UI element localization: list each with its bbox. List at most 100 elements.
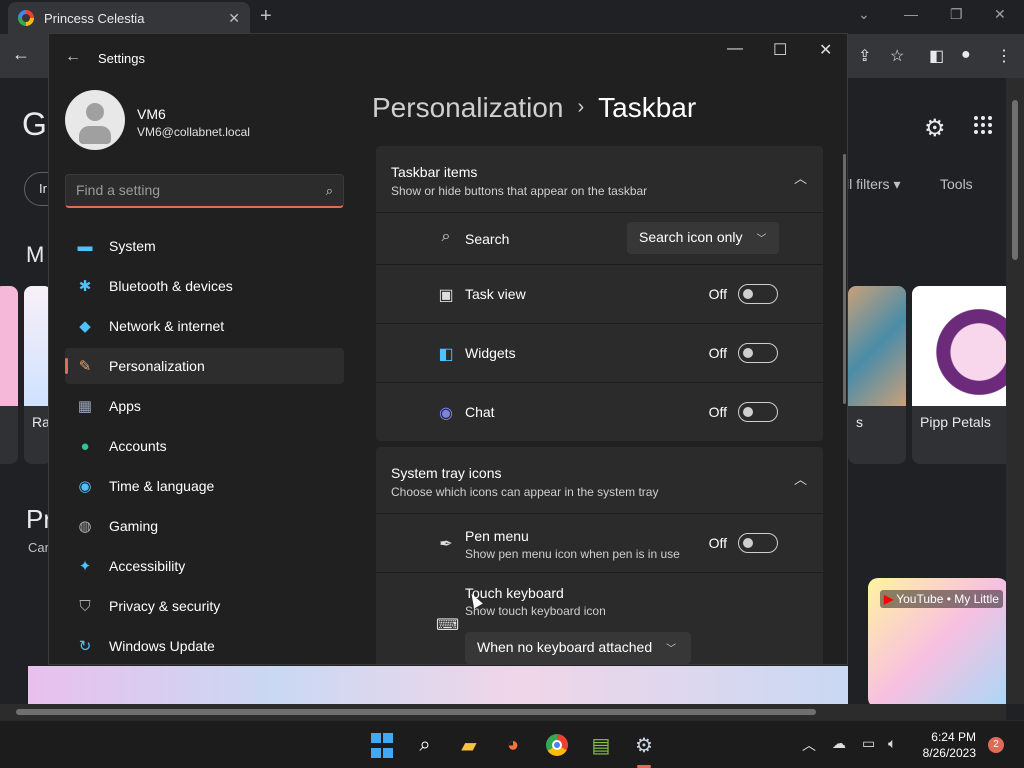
close-icon[interactable]: ✕ <box>994 6 1006 23</box>
image-card[interactable] <box>0 286 18 464</box>
time: 6:24 PM <box>931 730 976 744</box>
file-explorer-icon[interactable]: ▰ <box>455 731 483 759</box>
group-title: System tray icons <box>391 465 502 481</box>
nav-item-accounts[interactable]: ● Accounts <box>65 428 344 464</box>
task-view-row: ▣ Task view Off <box>376 264 823 323</box>
nav-item-system[interactable]: ▬ System <box>65 228 344 264</box>
nav-item-privacy-security[interactable]: ⛉ Privacy & security <box>65 588 344 624</box>
bookmark-star-icon[interactable]: ☆ <box>890 46 904 66</box>
user-email: VM6@collabnet.local <box>137 125 250 139</box>
close-icon[interactable]: ✕ <box>819 40 832 60</box>
google-logo[interactable]: G <box>22 106 47 143</box>
tools-button[interactable]: Tools <box>940 176 973 192</box>
row-label: Pen menu <box>465 528 529 544</box>
search-icon[interactable]: ⌕ <box>411 731 439 759</box>
image-card[interactable]: s <box>848 286 906 464</box>
maximize-icon[interactable]: ☐ <box>773 40 787 60</box>
toggle-state: Off <box>708 404 727 420</box>
back-arrow-icon[interactable]: ← <box>12 44 30 65</box>
chevron-up-icon[interactable]: ︿ <box>794 469 807 488</box>
chevron-up-icon[interactable]: ︿ <box>802 735 816 755</box>
globe-clock-icon: ◉ <box>78 478 92 495</box>
gear-icon[interactable]: ⚙ <box>924 114 946 143</box>
shield-icon: ⛉ <box>79 597 91 615</box>
notepad-icon[interactable]: ▤ <box>587 731 615 759</box>
nav-label: Privacy & security <box>109 598 221 614</box>
restore-icon[interactable]: ❐ <box>950 6 963 23</box>
search-icon[interactable]: ⌕ <box>326 183 333 199</box>
nav-item-accessibility[interactable]: ✦ Accessibility <box>65 548 344 584</box>
group-subtitle: Choose which icons can appear in the sys… <box>391 485 659 499</box>
task-view-toggle[interactable] <box>738 284 778 304</box>
video-source-label: ▶ YouTube • My Little <box>880 590 1003 608</box>
minimize-icon[interactable]: — <box>904 6 918 22</box>
system-icon: ▬ <box>77 237 93 255</box>
nav-item-apps[interactable]: ▦ Apps <box>65 388 344 424</box>
pen-menu-toggle[interactable] <box>738 533 778 553</box>
toggle-state: Off <box>708 345 727 361</box>
nav-label: Bluetooth & devices <box>109 278 233 294</box>
network-icon[interactable]: ▭ <box>862 735 875 752</box>
taskbar-items-header[interactable]: Taskbar items Show or hide buttons that … <box>376 146 823 212</box>
nav-item-windows-update[interactable]: ↻ Windows Update <box>65 628 344 664</box>
nav-item-personalization[interactable]: ✎ Personalization <box>65 348 344 384</box>
row-label: Search <box>465 231 510 247</box>
search-input[interactable] <box>76 182 306 198</box>
side-panel-icon[interactable]: ◧ <box>929 46 944 66</box>
section-subheading: Car <box>28 540 49 555</box>
row-sublabel: Show touch keyboard icon <box>465 604 606 618</box>
more-menu-icon[interactable]: ⋮ <box>996 46 1012 66</box>
touch-keyboard-row: ⌨ Touch keyboard Show touch keyboard ico… <box>376 572 823 664</box>
chat-toggle[interactable] <box>738 402 778 422</box>
clock[interactable]: 6:24 PM 8/26/2023 <box>920 729 976 761</box>
video-thumbnail[interactable]: ▶ YouTube • My Little <box>868 578 1008 704</box>
nav-label: Network & internet <box>109 318 225 334</box>
search-mode-dropdown[interactable]: Search icon only ﹀ <box>627 222 779 254</box>
chrome-icon[interactable] <box>543 731 571 759</box>
group-title: Taskbar items <box>391 164 478 180</box>
horizontal-scrollbar[interactable] <box>0 704 1006 720</box>
nav-item-network[interactable]: ◆ Network & internet <box>65 308 344 344</box>
nav-label: Windows Update <box>109 638 215 654</box>
settings-nav: ▬ System ✱ Bluetooth & devices ◆ Network… <box>65 228 344 664</box>
nav-label: Apps <box>109 398 141 414</box>
new-tab-button[interactable]: + <box>260 5 272 28</box>
system-tray-header[interactable]: System tray icons Choose which icons can… <box>376 447 823 513</box>
brush-icon: ✎ <box>78 358 92 375</box>
back-arrow-icon[interactable]: ← <box>65 48 81 66</box>
widgets-toggle[interactable] <box>738 343 778 363</box>
tab-search-icon[interactable]: ⌄ <box>858 6 870 23</box>
settings-scrollbar[interactable] <box>843 154 846 404</box>
chat-icon: ◉ <box>439 405 453 422</box>
chevron-up-icon[interactable]: ︿ <box>794 168 807 187</box>
dropdown-value: Search icon only <box>639 229 743 245</box>
nav-item-time-language[interactable]: ◉ Time & language <box>65 468 344 504</box>
touch-keyboard-dropdown[interactable]: When no keyboard attached ﹀ <box>465 632 691 664</box>
nav-label: Gaming <box>109 518 159 534</box>
avatar[interactable] <box>65 90 125 150</box>
apps-icon: ▦ <box>77 398 93 415</box>
speaker-icon[interactable]: 🔈︎ <box>888 735 896 752</box>
page-title: Taskbar <box>598 92 697 123</box>
breadcrumb-parent[interactable]: Personalization <box>372 92 563 123</box>
date: 8/26/2023 <box>922 746 976 760</box>
firefox-icon[interactable]: ◕ <box>499 731 527 759</box>
profile-icon[interactable]: ● <box>961 46 971 64</box>
vertical-scrollbar[interactable] <box>1006 78 1024 704</box>
taskbar-search-row: ⌕ Search Search icon only ﹀ <box>376 212 823 264</box>
browser-tab[interactable]: Princess Celestia ✕ <box>8 2 250 34</box>
nav-item-bluetooth[interactable]: ✱ Bluetooth & devices <box>65 268 344 304</box>
share-icon[interactable]: ⇪ <box>858 46 871 66</box>
start-icon[interactable] <box>368 731 396 759</box>
chevron-down-icon: ﹀ <box>666 644 677 655</box>
google-favicon-icon <box>18 10 34 26</box>
settings-gear-icon[interactable]: ⚙ <box>630 731 658 759</box>
tab-close-icon[interactable]: ✕ <box>228 10 240 27</box>
cloud-offline-icon[interactable]: ☁ <box>832 735 846 752</box>
nav-item-gaming[interactable]: ◍ Gaming <box>65 508 344 544</box>
notification-badge[interactable]: 2 <box>988 737 1004 753</box>
image-strip[interactable] <box>28 666 848 704</box>
google-apps-icon[interactable] <box>974 116 992 134</box>
all-filters-button[interactable]: ll filters ▾ <box>846 176 900 193</box>
minimize-icon[interactable]: — <box>727 40 743 58</box>
